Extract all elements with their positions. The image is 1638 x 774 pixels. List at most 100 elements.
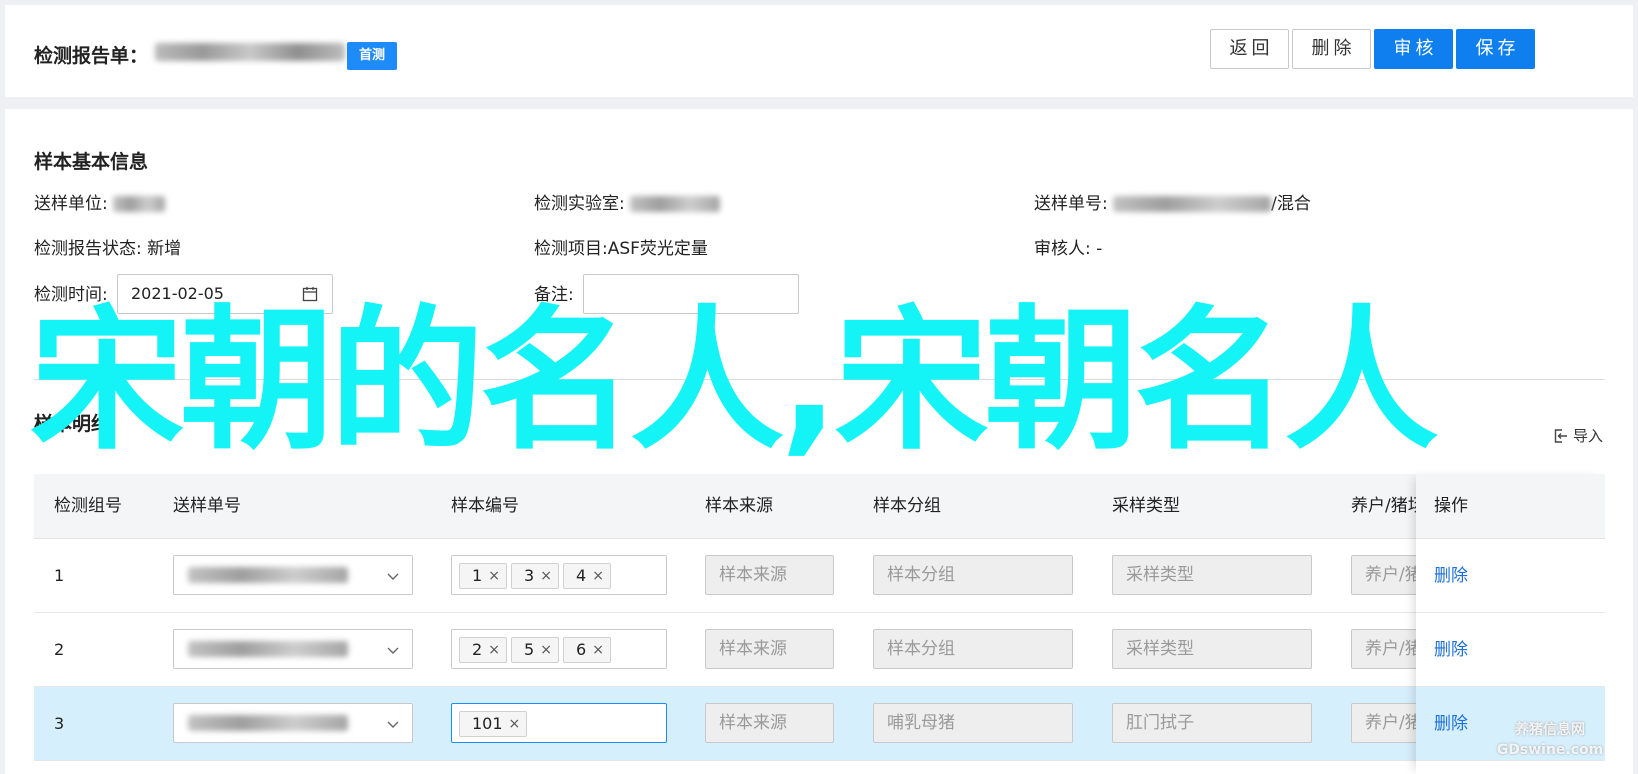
table-header: 检测组号 送样单号 样本编号 样本来源 样本分组 采样类型 养户/猪场 xyxy=(34,474,1605,539)
sample-section-title: 样本明细 xyxy=(34,413,111,435)
order-select-value-redacted xyxy=(188,641,348,657)
sample-tag: 1 × xyxy=(459,563,507,589)
col-stype: 采样类型 xyxy=(1112,496,1180,516)
status-field: 检测报告状态: 新增 xyxy=(34,234,181,259)
chevron-down-icon xyxy=(387,573,399,580)
tag-label: 1 xyxy=(472,566,483,585)
item-value: ASF荧光定量 xyxy=(607,239,708,259)
close-icon[interactable]: × xyxy=(540,564,552,588)
order-select-value-redacted xyxy=(188,715,348,731)
tag-label: 3 xyxy=(524,566,535,585)
close-icon[interactable]: × xyxy=(488,638,500,662)
close-icon[interactable]: × xyxy=(540,638,552,662)
close-icon[interactable]: × xyxy=(488,564,500,588)
site-watermark: 养猪信息网 GDswine.com xyxy=(1470,720,1630,760)
remark-label: 备注: xyxy=(534,285,574,305)
op-cell: 删除 xyxy=(1416,613,1605,687)
review-button[interactable]: 审核 xyxy=(1374,29,1453,69)
sample-tags-input[interactable]: 2 × 5 × 6 × xyxy=(451,629,667,669)
col-group: 检测组号 xyxy=(54,496,122,516)
source-input[interactable]: 样本来源 xyxy=(705,703,834,743)
col-farm: 养户/猪场 xyxy=(1351,496,1425,516)
time-label: 检测时间: xyxy=(34,285,108,305)
table-row: 1 1 × 3 × 4 × 样本来源 样本分组 采样类型 养户/猪场 xyxy=(34,539,1605,613)
stype-input[interactable]: 肛门拭子 xyxy=(1112,703,1312,743)
op-cell: 删除 xyxy=(1416,539,1605,613)
reviewer-label: 审核人: xyxy=(1034,239,1091,259)
col-order: 送样单号 xyxy=(173,496,241,516)
delete-button[interactable]: 删除 xyxy=(1292,29,1371,69)
report-header: 检测报告单： 首测 返回 删除 审核 保存 xyxy=(5,5,1633,97)
close-icon[interactable]: × xyxy=(592,638,604,662)
source-input[interactable]: 样本来源 xyxy=(705,629,834,669)
date-value: 2021-02-05 xyxy=(131,284,224,303)
order-value-redacted xyxy=(1113,196,1272,212)
sample-tag: 2 × xyxy=(459,637,507,663)
group-number: 2 xyxy=(54,640,65,659)
sample-tags-input[interactable]: 1 × 3 × 4 × xyxy=(451,555,667,595)
date-input[interactable]: 2021-02-05 xyxy=(117,274,333,314)
status-badge: 首测 xyxy=(347,42,397,70)
group-number: 3 xyxy=(54,714,65,733)
sample-tag: 4 × xyxy=(563,563,611,589)
report-title: 检测报告单： xyxy=(34,45,149,67)
watermark-line2: GDswine.com xyxy=(1496,742,1604,758)
order-suffix: /混合 xyxy=(1271,194,1311,214)
status-value: 新增 xyxy=(147,239,182,259)
back-button[interactable]: 返回 xyxy=(1210,29,1289,69)
order-label: 送样单号: xyxy=(1034,194,1108,214)
unit-value-redacted xyxy=(113,196,166,212)
sample-tag: 3 × xyxy=(511,563,559,589)
chevron-down-icon xyxy=(387,721,399,728)
reviewer-field: 审核人: - xyxy=(1034,234,1102,259)
col-operation: 操作 xyxy=(1416,474,1605,539)
import-button[interactable]: 导入 xyxy=(1553,425,1603,446)
row-delete-link[interactable]: 删除 xyxy=(1434,687,1468,761)
item-field: 检测项目:ASF荧光定量 xyxy=(534,234,708,259)
order-select[interactable] xyxy=(173,703,413,743)
order-select[interactable] xyxy=(173,629,413,669)
close-icon[interactable]: × xyxy=(592,564,604,588)
stype-input[interactable]: 采样类型 xyxy=(1112,555,1312,595)
chevron-down-icon xyxy=(387,647,399,654)
sgroup-input[interactable]: 样本分组 xyxy=(873,555,1073,595)
sample-tag: 101 × xyxy=(459,711,528,737)
source-input[interactable]: 样本来源 xyxy=(705,555,834,595)
sample-tag: 5 × xyxy=(511,637,559,663)
unit-label: 送样单位: xyxy=(34,194,108,214)
sgroup-input[interactable]: 样本分组 xyxy=(873,629,1073,669)
sgroup-input[interactable]: 哺乳母猪 xyxy=(873,703,1073,743)
tag-label: 2 xyxy=(472,640,483,659)
close-icon[interactable]: × xyxy=(509,712,521,736)
save-button[interactable]: 保存 xyxy=(1456,29,1535,69)
import-label: 导入 xyxy=(1572,427,1603,445)
section-divider xyxy=(34,379,1605,380)
order-select-value-redacted xyxy=(188,567,348,583)
lab-field: 检测实验室: xyxy=(534,189,721,214)
col-sample-no: 样本编号 xyxy=(451,496,519,516)
lab-value-redacted xyxy=(630,196,721,212)
order-select[interactable] xyxy=(173,555,413,595)
unit-field: 送样单位: xyxy=(34,189,166,214)
remark-input[interactable] xyxy=(583,274,799,314)
table-row: 2 2 × 5 × 6 × 样本来源 样本分组 采样类型 养户/猪场 xyxy=(34,613,1605,687)
col-sgroup: 样本分组 xyxy=(873,496,941,516)
main-panel: 样本基本信息 送样单位: 检测实验室: 送样单号: /混合 检测报告状态: 新增… xyxy=(5,109,1633,774)
calendar-icon[interactable] xyxy=(302,286,318,302)
sample-tag: 6 × xyxy=(563,637,611,663)
row-delete-link[interactable]: 删除 xyxy=(1434,613,1468,687)
lab-label: 检测实验室: xyxy=(534,194,625,214)
status-label: 检测报告状态: xyxy=(34,239,142,259)
stype-input[interactable]: 采样类型 xyxy=(1112,629,1312,669)
item-label: 检测项目: xyxy=(534,239,608,259)
tag-label: 6 xyxy=(576,640,587,659)
basic-info-title: 样本基本信息 xyxy=(34,151,149,173)
sample-tags-input[interactable]: 101 × xyxy=(451,703,667,743)
col-source: 样本来源 xyxy=(705,496,773,516)
import-icon xyxy=(1554,428,1567,443)
tag-label: 5 xyxy=(524,640,535,659)
row-delete-link[interactable]: 删除 xyxy=(1434,539,1468,613)
tag-label: 101 xyxy=(472,714,503,733)
group-number: 1 xyxy=(54,566,65,585)
watermark-line1: 养猪信息网 xyxy=(1515,722,1585,738)
